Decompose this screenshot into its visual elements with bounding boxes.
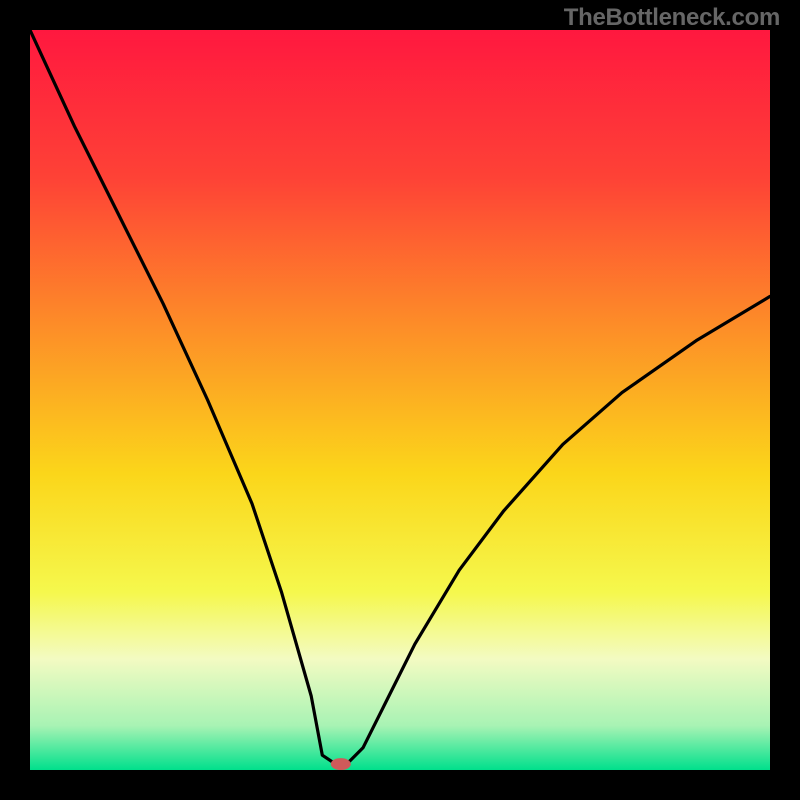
chart-svg [30,30,770,770]
chart-frame: TheBottleneck.com [0,0,800,800]
attribution-text: TheBottleneck.com [564,4,780,32]
gradient-background [30,30,770,770]
selected-point-marker [331,758,351,770]
plot-area [30,30,770,770]
